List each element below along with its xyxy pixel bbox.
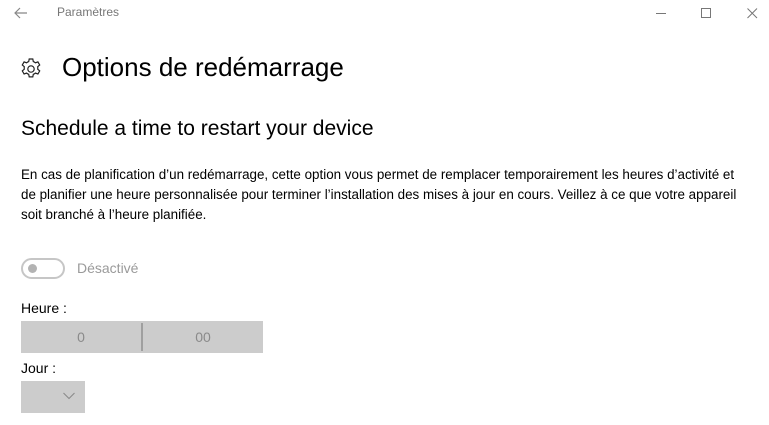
- chevron-down-icon: [63, 392, 75, 400]
- close-icon: [746, 7, 757, 18]
- day-dropdown[interactable]: [21, 381, 85, 413]
- close-button[interactable]: [729, 0, 769, 26]
- day-label: Jour :: [21, 360, 57, 376]
- minimize-icon: [655, 12, 666, 14]
- time-label: Heure :: [21, 300, 67, 316]
- window-title: Paramètres: [57, 5, 120, 19]
- restart-schedule-toggle[interactable]: [21, 258, 65, 279]
- page-title: Options de redémarrage: [62, 52, 344, 82]
- hour-field[interactable]: 0: [21, 321, 141, 353]
- gear-icon: [21, 58, 41, 78]
- title-bar: Paramètres: [0, 0, 769, 26]
- back-arrow-icon: [14, 7, 27, 19]
- maximize-button[interactable]: [683, 0, 729, 26]
- minimize-button[interactable]: [638, 0, 684, 26]
- toggle-state-label: Désactivé: [77, 260, 139, 276]
- settings-window: Paramètres Options de redémarrage Schedu…: [0, 0, 769, 425]
- toggle-knob: [28, 264, 37, 273]
- maximize-icon: [700, 7, 711, 18]
- section-description: En cas de planification d’un redémarrage…: [21, 167, 737, 222]
- back-button[interactable]: [8, 2, 34, 24]
- section-title: Schedule a time to restart your device: [21, 117, 374, 140]
- time-picker[interactable]: 0 00: [21, 321, 263, 353]
- minute-field[interactable]: 00: [143, 321, 263, 353]
